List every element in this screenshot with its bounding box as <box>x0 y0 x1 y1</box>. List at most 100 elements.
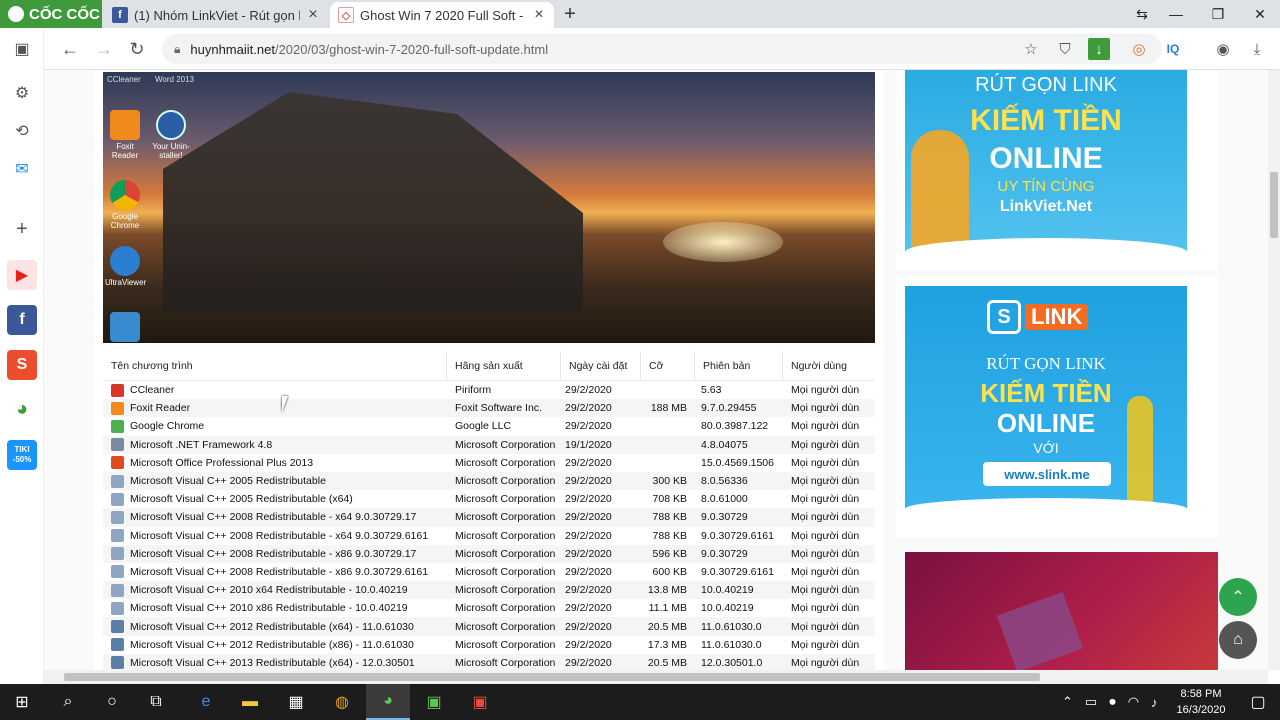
task-view-icon[interactable]: ⧉ <box>134 684 178 720</box>
table-row[interactable]: Google Chrome Google LLC 29/2/2020 80.0.398… <box>103 417 875 436</box>
table-row[interactable]: Microsoft Office Professional Plus 2013 M… <box>103 453 875 472</box>
taskbar-clock[interactable]: 8:58 PM 16/3/2020 <box>1166 686 1236 718</box>
windows-start-icon[interactable]: ⊞ <box>0 684 44 720</box>
col-publisher-header[interactable]: Hãng sản xuất <box>447 351 561 380</box>
table-row[interactable]: Microsoft Visual C++ 2008 Redistributabl… <box>103 526 875 545</box>
network-icon[interactable]: ▭ <box>1085 694 1097 710</box>
coccoc-icon[interactable]: ◕ <box>7 394 37 424</box>
version-cell: 4.8.04075 <box>701 438 748 451</box>
program-name-cell: Microsoft Office Professional Plus 2013 <box>103 456 447 470</box>
camtasia-red-icon[interactable]: ▣ <box>458 684 502 720</box>
messenger-icon[interactable]: ✉ <box>7 154 37 184</box>
ad-card-linkviet[interactable]: RÚT GỌN LINK KIẾM TIỀN ONLINE UY TÍN CÙN… <box>896 70 1218 270</box>
close-window-icon[interactable]: ✕ <box>1240 0 1280 28</box>
table-row[interactable]: Microsoft Visual C++ 2008 Redistributabl… <box>103 508 875 527</box>
cortana-icon[interactable]: ○ <box>90 684 134 720</box>
back-icon[interactable]: ← <box>58 37 82 61</box>
desktop-label-ccleaner: CCleaner <box>107 75 141 84</box>
col-size-header[interactable]: Cỡ <box>641 351 695 380</box>
table-row[interactable]: Microsoft Visual C++ 2005 Redistributabl… <box>103 471 875 491</box>
home-button[interactable]: ⌂ <box>1219 621 1257 659</box>
program-name-cell: Microsoft Visual C++ 2012 Redistributabl… <box>103 638 447 652</box>
file-explorer-icon[interactable]: ▬ <box>228 684 272 720</box>
tiki-icon[interactable]: TIKI -50% <box>7 440 37 470</box>
table-row[interactable]: Microsoft Visual C++ 2005 Redistributabl… <box>103 490 875 509</box>
chrome-icon[interactable]: ◍ <box>320 684 364 720</box>
notification-icon[interactable]: ▢ <box>1236 684 1280 720</box>
minimize-icon[interactable]: — <box>1156 0 1196 28</box>
col-user-header[interactable]: Người dùng <box>783 351 875 380</box>
facebook-icon: f <box>112 7 128 23</box>
desktop-icon-foxit: Foxit Reader <box>105 110 145 160</box>
desktop-label-word: Word 2013 <box>155 75 194 84</box>
maximize-icon[interactable]: ❐ <box>1198 0 1238 28</box>
table-row[interactable]: Microsoft .NET Framework 4.8 Microsoft Co… <box>103 435 875 454</box>
tab-ghost-win7[interactable]: ◇ Ghost Win 7 2020 Full Soft - U × <box>330 2 554 28</box>
sidebar-toggle-icon[interactable]: ▣ <box>7 34 37 64</box>
horizontal-scrollbar[interactable] <box>44 670 1268 684</box>
program-name-cell: Foxit Reader <box>103 401 447 415</box>
version-cell: 9.7.0.29455 <box>701 402 757 415</box>
table-row[interactable]: Microsoft Visual C++ 2010 x86 Redistribu… <box>103 599 875 618</box>
tab-facebook[interactable]: f (1) Nhóm LinkViet - Rút gọn l × <box>104 2 328 28</box>
shield-icon[interactable]: ⛉ <box>1054 38 1076 60</box>
program-icon <box>111 529 124 543</box>
volume-icon[interactable]: ♪ <box>1151 695 1158 710</box>
slink-banner[interactable]: S LINK RÚT GỌN LINK KIẾM TIỀN ONLINE VỚI… <box>905 286 1187 520</box>
youtube-icon[interactable]: ▶ <box>7 260 37 290</box>
new-tab-button[interactable]: + <box>560 3 580 26</box>
purple-banner[interactable] <box>905 552 1218 670</box>
table-row[interactable]: Microsoft Visual C++ 2012 Redistributabl… <box>103 617 875 636</box>
profile-icon[interactable]: ◉ <box>1212 38 1234 60</box>
vertical-scrollbar[interactable] <box>1268 70 1280 670</box>
star-icon[interactable]: ☆ <box>1020 38 1042 60</box>
col-name-header[interactable]: Tên chương trình <box>103 351 447 380</box>
history-icon[interactable]: ⟲ <box>7 116 37 146</box>
close-tab-icon[interactable]: × <box>532 6 546 24</box>
store-icon[interactable]: ▦ <box>274 684 318 720</box>
table-row[interactable]: CCleaner Piriform 29/2/2020 5.63 Mọi người d… <box>103 381 875 400</box>
address-bar[interactable]: 🔒︎ huynhmaiit.net/2020/03/ghost-win-7-20… <box>162 34 1162 64</box>
ad-card-slink[interactable]: S LINK RÚT GỌN LINK KIẾM TIỀN ONLINE VỚI… <box>896 276 1218 538</box>
scroll-top-button[interactable]: ⌃ <box>1219 578 1257 616</box>
coccoc-extension-icon[interactable]: ◎ <box>1128 38 1150 60</box>
iq-icon[interactable]: IQ <box>1162 38 1184 60</box>
slink-url-button[interactable]: www.slink.me <box>983 462 1111 486</box>
table-row[interactable]: Microsoft Visual C++ 2010 x64 Redistribu… <box>103 581 875 600</box>
edge-icon[interactable]: e <box>184 684 228 720</box>
table-row[interactable]: Microsoft Visual C++ 2012 Redistributabl… <box>103 635 875 654</box>
horizontal-scroll-thumb[interactable] <box>64 673 1040 681</box>
shopee-icon[interactable]: S <box>7 350 37 380</box>
forward-icon[interactable]: → <box>92 37 116 61</box>
version-cell: 10.0.40219 <box>701 584 754 597</box>
search-icon[interactable]: ⌕ <box>46 684 90 720</box>
ad-card-3[interactable] <box>896 552 1218 670</box>
table-row[interactable]: Microsoft Visual C++ 2008 Redistributabl… <box>103 544 875 563</box>
install-date-cell: 29/2/2020 <box>565 456 612 469</box>
user-cell: Mọi người dùn <box>791 493 860 506</box>
settings-icon[interactable]: ⚙ <box>7 78 37 108</box>
col-date-header[interactable]: Ngày cài đặt <box>561 351 641 380</box>
close-tab-icon[interactable]: × <box>306 6 320 24</box>
col-version-header[interactable]: Phiên bản <box>695 351 783 380</box>
program-icon <box>111 474 124 488</box>
microphone-icon[interactable]: ⏺ <box>1109 694 1116 710</box>
download-arrow-icon[interactable]: ↓ <box>1088 38 1110 60</box>
add-icon[interactable]: + <box>7 214 37 244</box>
table-row[interactable]: Microsoft Visual C++ 2013 Redistributabl… <box>103 653 875 670</box>
facebook-icon[interactable]: f <box>7 305 37 335</box>
wifi-icon[interactable]: ◠ <box>1128 694 1139 710</box>
article-content: CCleaner Word 2013 Foxit Reader Your Uni… <box>94 70 884 670</box>
table-row[interactable]: Microsoft Visual C++ 2008 Redistributabl… <box>103 562 875 582</box>
size-cell: 13.8 MB <box>647 584 687 597</box>
coccoc-brand[interactable]: CỐC CỐC <box>0 0 102 28</box>
program-name: Google Chrome <box>130 420 205 433</box>
chevron-up-icon[interactable]: ⌃ <box>1062 694 1073 710</box>
table-row[interactable]: Foxit Reader Foxit Software Inc. 29/2/2020… <box>103 399 875 418</box>
vertical-scroll-thumb[interactable] <box>1270 172 1278 238</box>
camtasia-green-icon[interactable]: ▣ <box>412 684 456 720</box>
coccoc-icon[interactable]: ◕ <box>366 684 410 720</box>
reload-icon[interactable]: ↻ <box>125 37 149 61</box>
linkviet-banner[interactable]: RÚT GỌN LINK KIẾM TIỀN ONLINE UY TÍN CÙN… <box>905 70 1187 266</box>
download-icon[interactable]: ⤓ <box>1246 38 1268 60</box>
